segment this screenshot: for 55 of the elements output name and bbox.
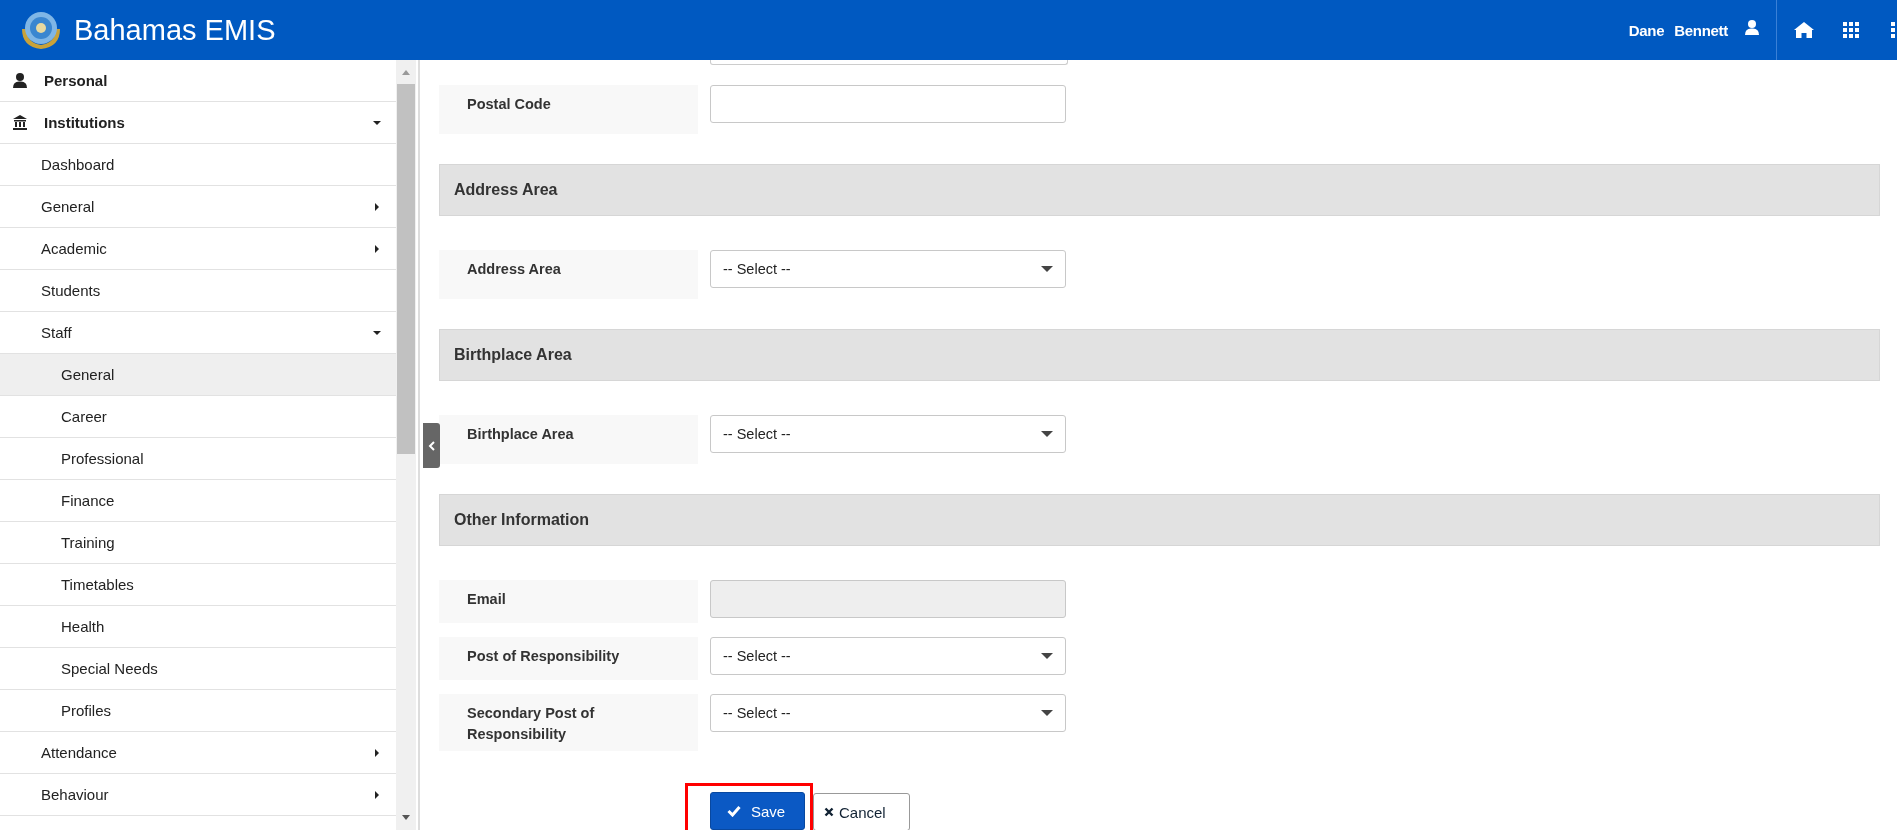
sidebar-item[interactable]: Personal <box>0 60 396 102</box>
app-title: Bahamas EMIS <box>74 13 276 47</box>
field-label: Email <box>439 580 698 623</box>
save-button[interactable]: Save <box>710 792 805 830</box>
field-label: Secondary Post of Responsibility <box>439 694 698 751</box>
caret-down-icon <box>1041 652 1053 660</box>
scroll-up-icon <box>401 68 411 76</box>
select-dropdown[interactable]: -- Select -- <box>710 250 1066 288</box>
caret-down-icon <box>1041 709 1053 717</box>
scroll-down-icon <box>401 814 411 822</box>
checkmark-icon <box>727 805 741 817</box>
more-options-icon <box>1891 22 1895 38</box>
sidebar-item[interactable]: General <box>0 354 396 396</box>
sidebar-item[interactable]: Dashboard <box>0 144 396 186</box>
select-dropdown[interactable]: -- Select -- <box>710 694 1066 732</box>
home-icon <box>1793 21 1815 39</box>
user-first-name[interactable]: Dane <box>1628 21 1665 39</box>
collapse-sidebar-button[interactable] <box>423 423 440 468</box>
sidebar-item[interactable]: Finance <box>0 480 396 522</box>
input-field[interactable] <box>710 60 1068 65</box>
select-dropdown[interactable]: -- Select -- <box>710 637 1066 675</box>
sidebar-item[interactable]: Behaviour <box>0 774 396 816</box>
field-label: Postal Code <box>439 85 698 134</box>
scrollbar-thumb[interactable] <box>397 84 415 454</box>
sidebar-item[interactable]: Academic <box>0 228 396 270</box>
bank-building-icon <box>12 114 28 131</box>
section-header: Other Information <box>439 494 1880 546</box>
field-label: Address Area <box>439 250 698 299</box>
sidebar-item[interactable]: Students <box>0 270 396 312</box>
chevron-left-icon <box>427 440 436 451</box>
section-header: Birthplace Area <box>439 329 1880 381</box>
user-last-name[interactable]: Bennett <box>1674 21 1728 39</box>
sidebar-item[interactable]: Attendance <box>0 732 396 774</box>
cancel-button[interactable]: Cancel <box>813 793 910 830</box>
scrollbar[interactable] <box>396 60 416 830</box>
sidebar-item[interactable]: Special Needs <box>0 648 396 690</box>
caret-down-icon <box>1041 430 1053 438</box>
grid-icon <box>1843 22 1859 38</box>
sidebar-item[interactable]: Training <box>0 522 396 564</box>
sidebar-item[interactable]: Career <box>0 396 396 438</box>
sidebar-item[interactable]: Profiles <box>0 690 396 732</box>
input-field[interactable] <box>710 85 1066 123</box>
caret-down-icon <box>1041 265 1053 273</box>
select-dropdown[interactable]: -- Select -- <box>710 415 1066 453</box>
sidebar-item[interactable]: Health <box>0 606 396 648</box>
sidebar-item[interactable]: Institutions <box>0 102 396 144</box>
field-label: Post of Responsibility <box>439 637 698 680</box>
field-label: Birthplace Area <box>439 415 698 464</box>
close-icon <box>824 807 834 817</box>
person-icon <box>12 72 28 89</box>
user-icon <box>1744 18 1760 36</box>
section-header: Address Area <box>439 164 1880 216</box>
sidebar-item[interactable]: Timetables <box>0 564 396 606</box>
sidebar-item[interactable]: General <box>0 186 396 228</box>
sidebar-item[interactable]: Professional <box>0 438 396 480</box>
